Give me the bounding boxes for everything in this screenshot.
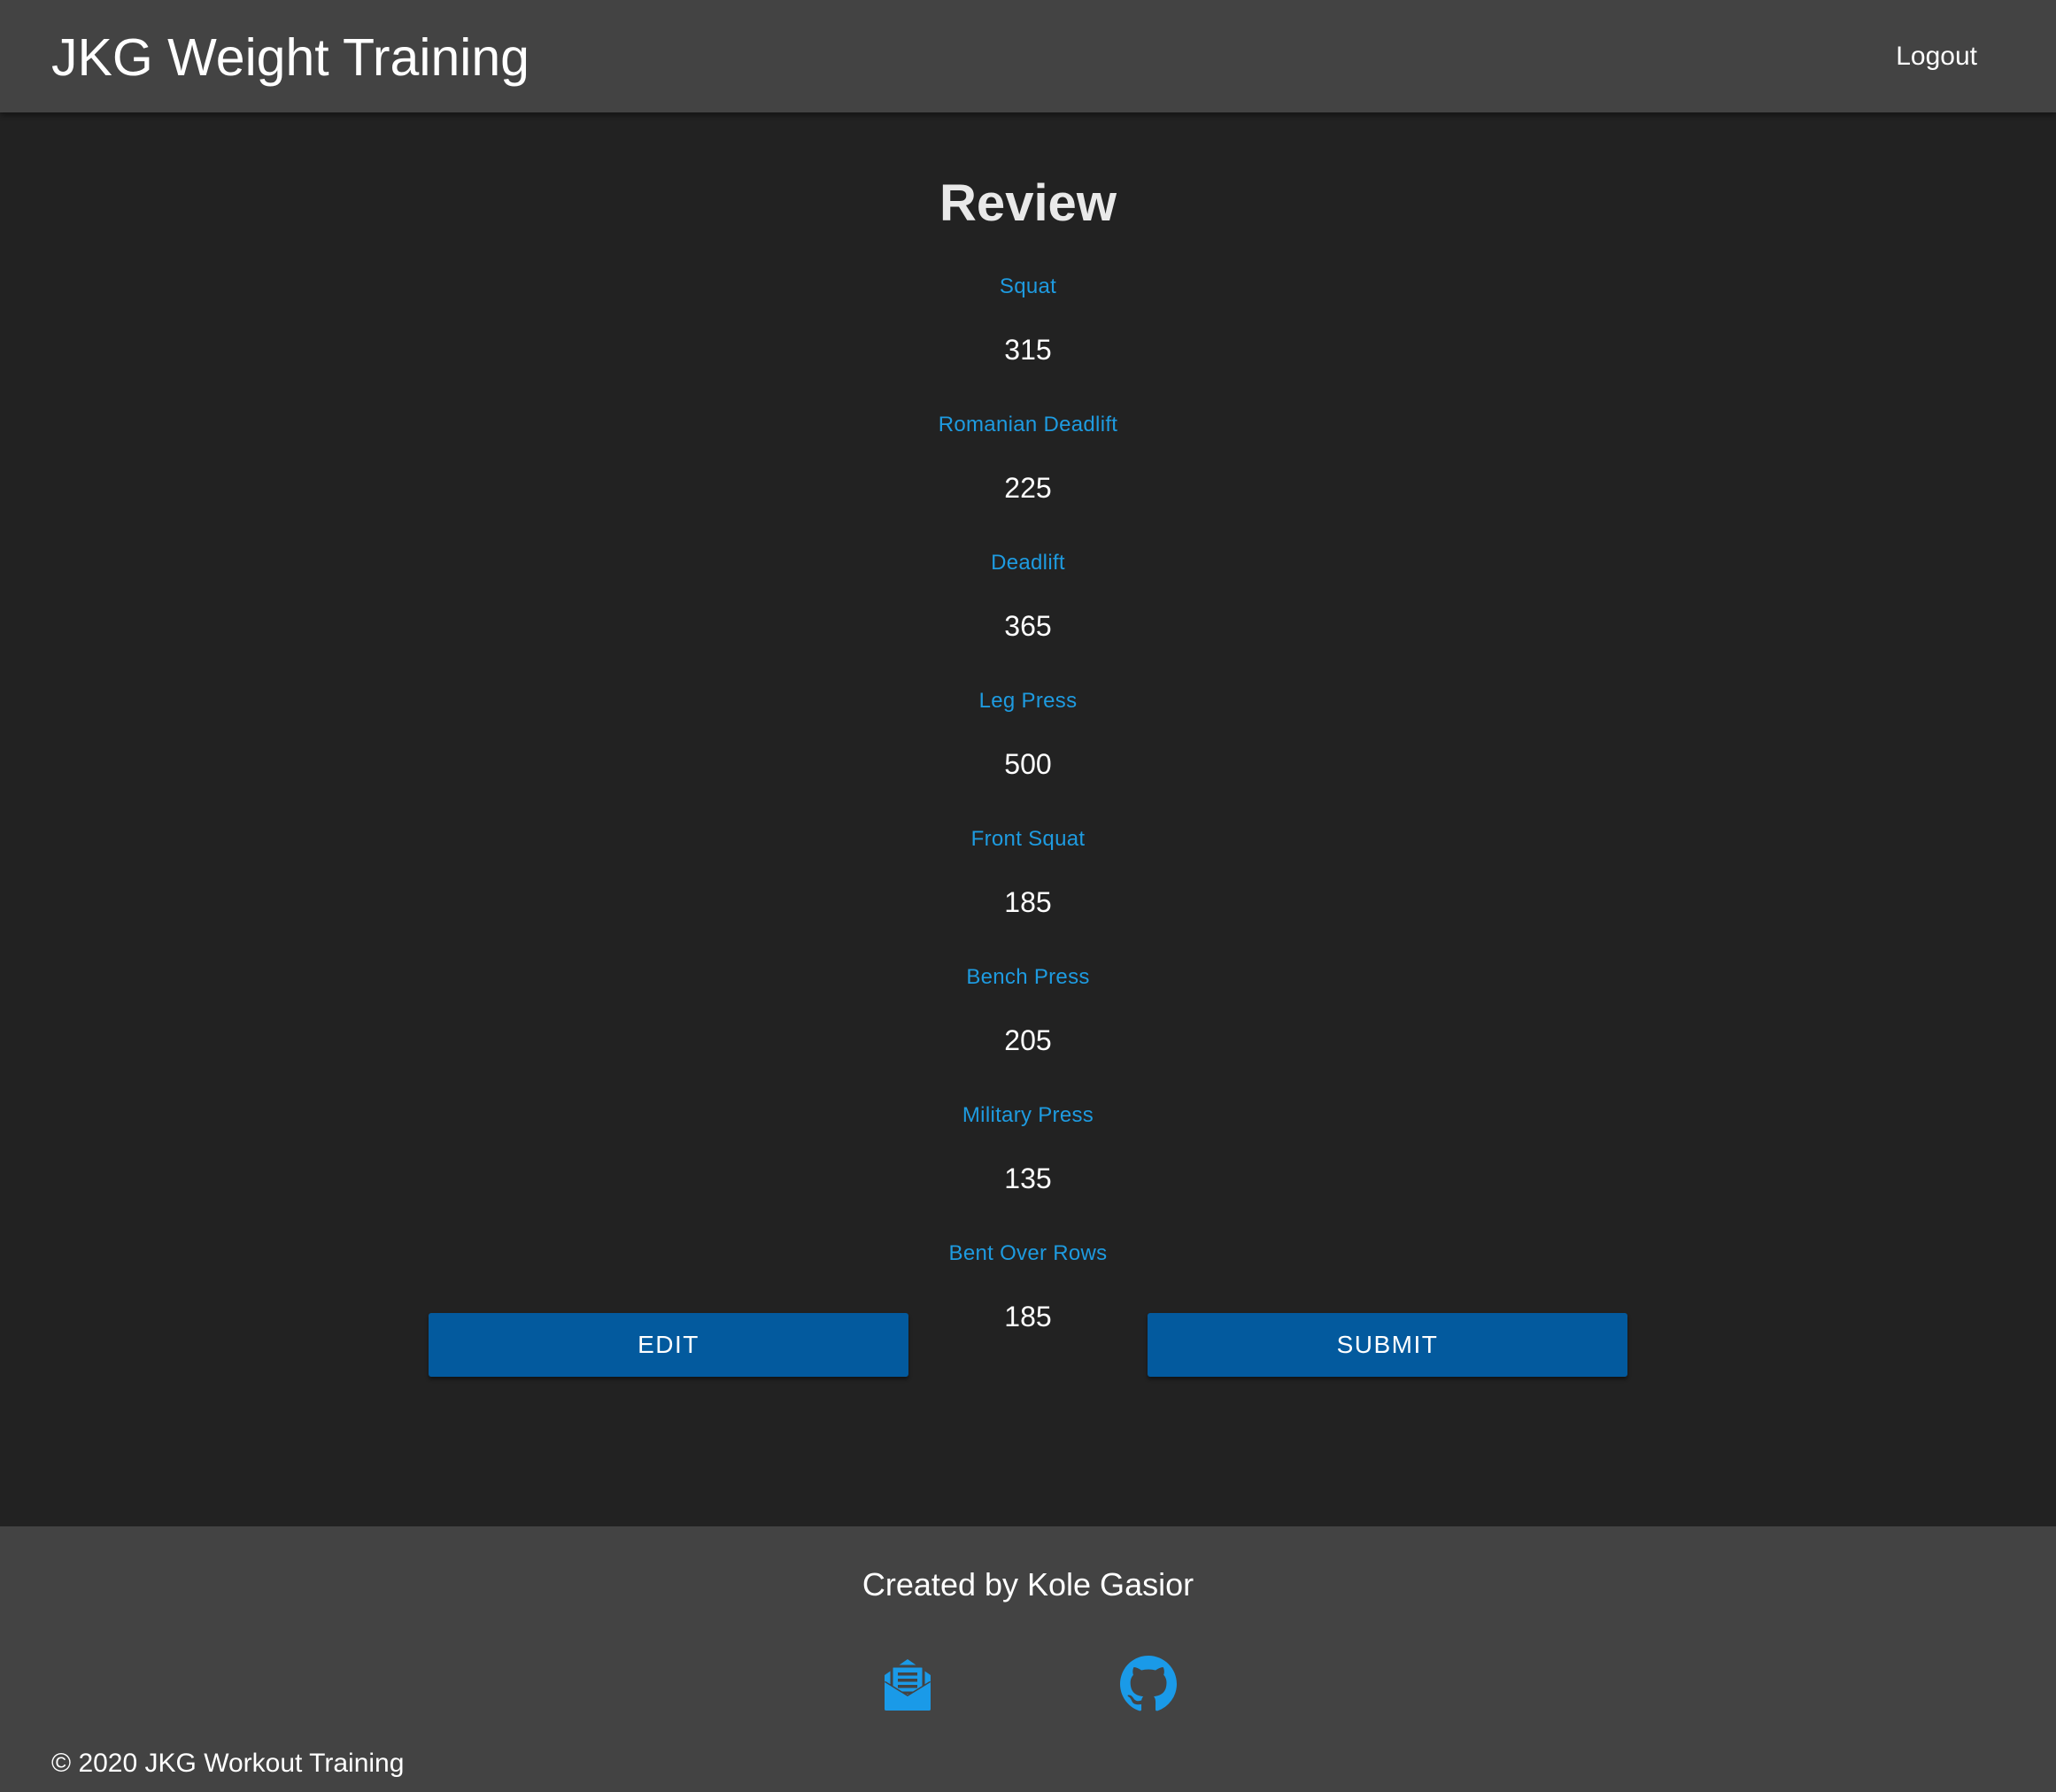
copyright-text: © 2020 JKG Workout Training <box>51 1749 405 1778</box>
exercise-label: Front Squat <box>970 827 1086 851</box>
exercise-label: Bent Over Rows <box>948 1241 1108 1265</box>
exercise-label: Bench Press <box>966 965 1090 989</box>
exercise-label: Romanian Deadlift <box>938 413 1118 436</box>
page-title: Review <box>939 174 1117 232</box>
exercise-label: Leg Press <box>978 689 1078 713</box>
exercise-weight: 365 <box>1004 610 1052 642</box>
submit-button[interactable]: SUBMIT <box>1148 1313 1627 1377</box>
exercise-weight: 225 <box>1004 472 1052 504</box>
exercise-item-bent-over-rows: Bent Over Rows 185 <box>0 1240 2056 1379</box>
exercise-weight: 185 <box>1004 886 1052 918</box>
top-navbar: JKG Weight Training Logout <box>0 0 2056 112</box>
review-section: Review Squat 315 Romanian Deadlift 225 D… <box>0 112 2056 1526</box>
footer-credit: Created by Kole Gasior <box>862 1566 1194 1603</box>
exercise-item-front-squat: Front Squat 185 <box>0 826 2056 964</box>
exercise-label: Military Press <box>962 1103 1094 1127</box>
exercise-weight: 205 <box>1004 1024 1052 1056</box>
exercise-label: Squat <box>999 274 1057 298</box>
exercise-item-military-press: Military Press 135 <box>0 1102 2056 1240</box>
exercise-label: Deadlift <box>991 551 1065 575</box>
logout-link[interactable]: Logout <box>1896 39 1977 74</box>
exercise-weight: 500 <box>1004 748 1052 780</box>
exercise-weight: 315 <box>1004 334 1052 366</box>
exercise-review-list: Squat 315 Romanian Deadlift 225 Deadlift… <box>0 274 2056 1379</box>
exercise-item-squat: Squat 315 <box>0 274 2056 412</box>
exercise-item-bench-press: Bench Press 205 <box>0 964 2056 1102</box>
exercise-weight: 135 <box>1004 1162 1052 1194</box>
exercise-item-deadlift: Deadlift 365 <box>0 550 2056 688</box>
exercise-weight: 185 <box>1004 1301 1052 1332</box>
brand-title[interactable]: JKG Weight Training <box>51 27 529 89</box>
exercise-item-leg-press: Leg Press 500 <box>0 688 2056 826</box>
mail-icon[interactable] <box>879 1656 936 1712</box>
edit-button[interactable]: EDIT <box>429 1313 908 1377</box>
exercise-item-romanian-deadlift: Romanian Deadlift 225 <box>0 412 2056 550</box>
page-footer: Created by Kole Gasior © 2020 JKG Workou… <box>0 1526 2056 1792</box>
github-icon[interactable] <box>1120 1656 1177 1712</box>
